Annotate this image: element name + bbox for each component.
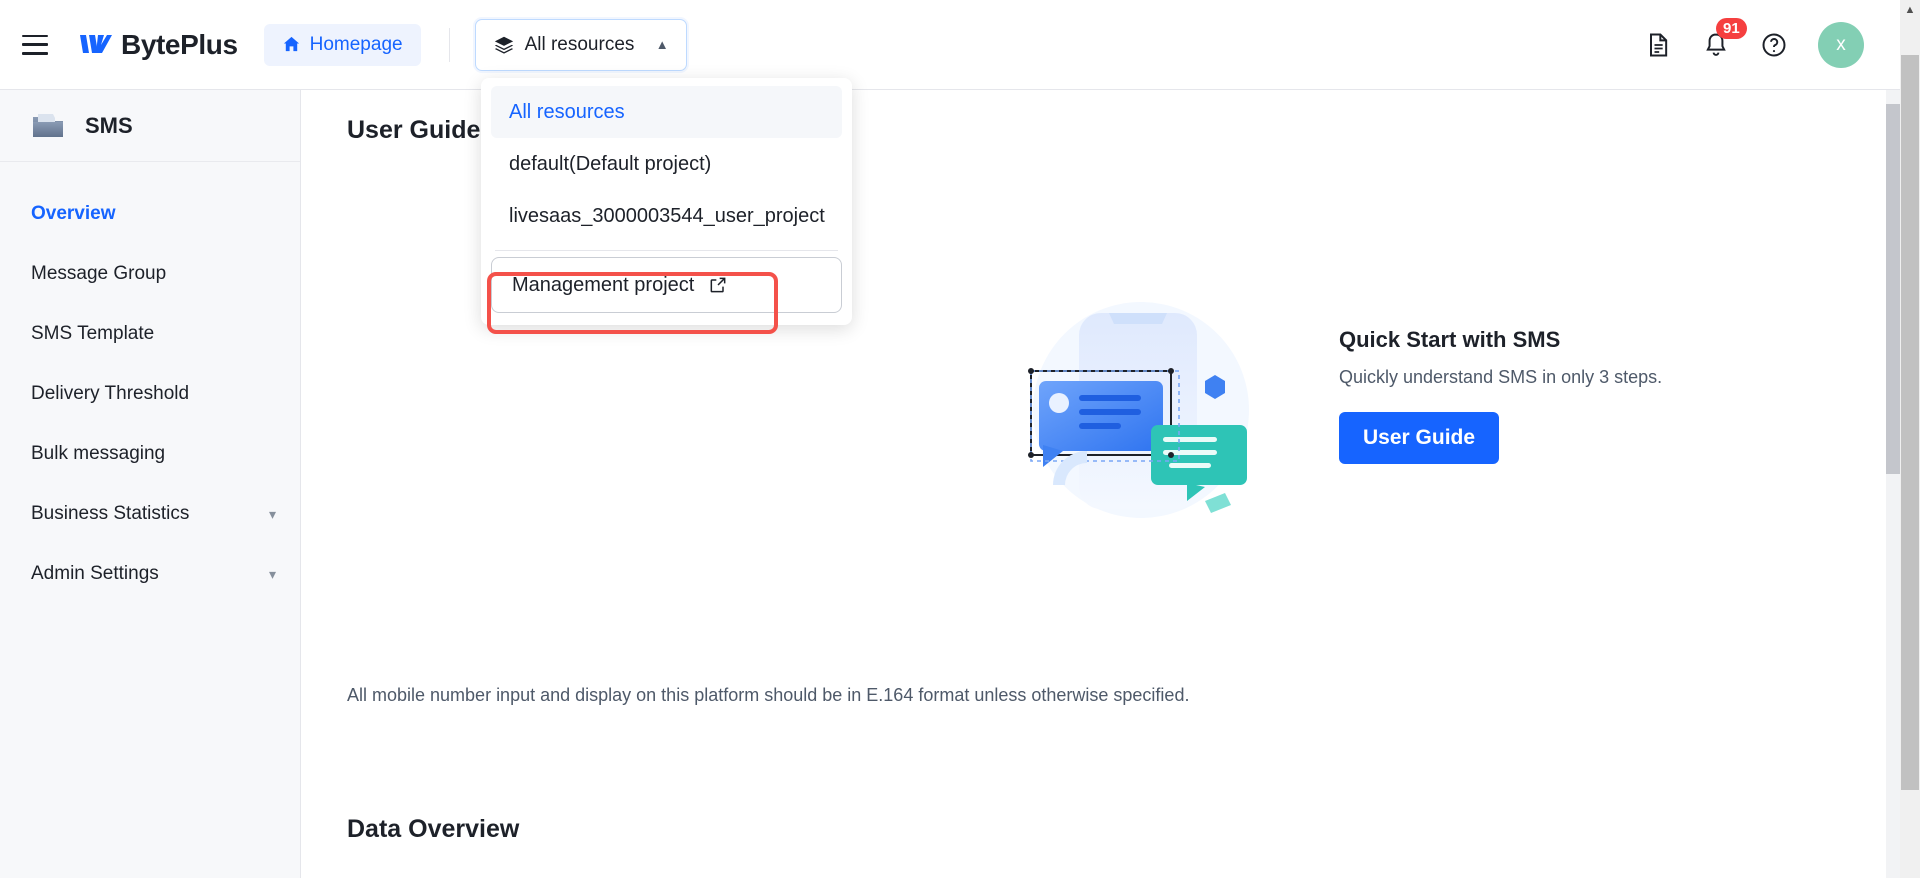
user-guide-button[interactable]: User Guide — [1339, 412, 1500, 464]
chevron-down-icon: ▾ — [268, 565, 276, 582]
browser-scrollbar-track[interactable]: ▲ — [1900, 0, 1920, 878]
layers-icon — [494, 36, 513, 54]
document-icon[interactable] — [1644, 31, 1672, 59]
quick-start-heading: Quick Start with SMS — [1339, 327, 1561, 352]
sidebar-item-sms-template[interactable]: SMS Template — [0, 304, 300, 364]
notifications-bell-icon[interactable]: 91 — [1702, 17, 1747, 59]
sidebar-item-message-group[interactable]: Message Group — [0, 244, 300, 304]
sidebar-item-admin-settings[interactable]: Admin Settings ▾ — [0, 544, 300, 604]
dropdown-item-default-project[interactable]: default(Default project) — [491, 138, 842, 190]
sms-illustration — [991, 285, 1291, 530]
sidebar-item-delivery-threshold[interactable]: Delivery Threshold — [0, 364, 300, 424]
sidebar: SMS Overview Message Group SMS Template … — [0, 90, 301, 878]
avatar[interactable]: x — [1818, 21, 1864, 68]
app-root: BytePlus Homepage All resources ▲ 91 x S… — [0, 0, 1920, 878]
dropdown-item-livesaas-project[interactable]: livesaas_3000003544_user_project — [491, 190, 842, 242]
quick-start-subtext: Quickly understand SMS in only 3 steps. — [1339, 367, 1663, 387]
topbar-actions: 91 x — [1644, 17, 1900, 68]
brand-name: BytePlus — [121, 28, 238, 60]
home-icon — [283, 36, 299, 52]
chevron-up-icon: ▲ — [655, 37, 669, 52]
external-link-icon — [708, 275, 728, 295]
resource-dropdown-panel: All resources default(Default project) l… — [481, 78, 852, 325]
sidebar-item-label: Overview — [31, 203, 116, 224]
dropdown-divider — [495, 250, 838, 251]
resource-selector-label: All resources — [524, 33, 635, 55]
quick-start-card: Quick Start with SMS Quickly understand … — [1339, 327, 1759, 464]
hamburger-icon[interactable] — [22, 34, 48, 55]
help-icon[interactable] — [1760, 31, 1788, 59]
avatar-initial: x — [1836, 33, 1846, 55]
content-scrollbar-track[interactable] — [1886, 90, 1900, 878]
sidebar-item-overview[interactable]: Overview — [0, 184, 300, 244]
format-note: All mobile number input and display on t… — [347, 685, 1190, 705]
brand-logo[interactable]: BytePlus — [78, 29, 238, 61]
top-bar: BytePlus Homepage All resources ▲ 91 x — [0, 0, 1900, 90]
data-overview-title: Data Overview — [347, 815, 520, 843]
toolbar-divider — [448, 27, 450, 62]
browser-scrollbar-thumb[interactable] — [1901, 55, 1919, 790]
homepage-label: Homepage — [309, 33, 403, 55]
management-project-label: Management project — [512, 273, 695, 296]
sidebar-item-label: SMS Template — [31, 323, 155, 344]
sidebar-item-label: Message Group — [31, 263, 167, 284]
sidebar-item-bulk-messaging[interactable]: Bulk messaging — [0, 424, 300, 484]
notification-badge: 91 — [1716, 17, 1747, 39]
sidebar-item-label: Bulk messaging — [31, 443, 166, 464]
sidebar-item-label: Delivery Threshold — [31, 383, 190, 404]
content-scrollbar-thumb[interactable] — [1886, 104, 1900, 474]
sidebar-product-header: SMS — [0, 90, 300, 162]
homepage-button[interactable]: Homepage — [263, 23, 421, 66]
sidebar-item-label: Business Statistics — [31, 503, 190, 524]
sidebar-product-name: SMS — [85, 112, 133, 138]
resource-selector-button[interactable]: All resources ▲ — [474, 18, 687, 71]
sidebar-item-label: Admin Settings — [31, 563, 159, 584]
management-project-button[interactable]: Management project — [491, 257, 842, 313]
dropdown-item-all-resources[interactable]: All resources — [491, 86, 842, 138]
chevron-down-icon: ▾ — [268, 505, 276, 522]
sidebar-item-business-statistics[interactable]: Business Statistics ▾ — [0, 484, 300, 544]
scroll-up-arrow-icon[interactable]: ▲ — [1900, 0, 1920, 20]
sidebar-nav: Overview Message Group SMS Template Deli… — [0, 162, 300, 604]
byteplus-mark-icon — [80, 34, 112, 53]
folder-icon — [33, 113, 63, 137]
